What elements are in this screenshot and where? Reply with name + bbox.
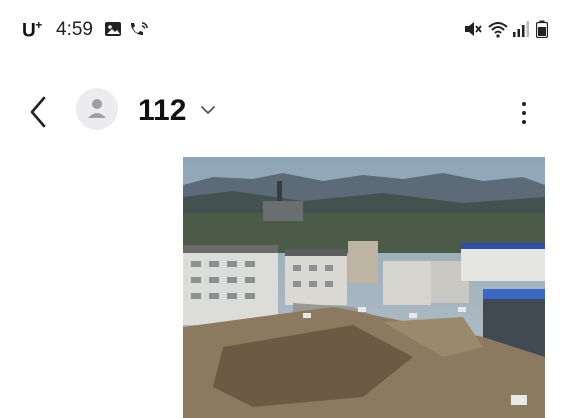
contact-name[interactable]: 112 (138, 94, 186, 128)
chevron-down-icon[interactable] (200, 104, 216, 116)
status-bar: U+ 4:59 (0, 0, 570, 60)
battery-icon (536, 20, 548, 38)
status-time: 4:59 (56, 19, 93, 40)
avatar-icon (88, 99, 106, 118)
conversation-header: 112 (0, 80, 570, 144)
signal-icon (513, 21, 529, 37)
photo-message[interactable] (183, 157, 545, 418)
gallery-notification-icon (105, 22, 121, 36)
wifi-icon (488, 22, 508, 38)
photo-attachment (183, 157, 545, 418)
more-options-icon[interactable] (514, 98, 534, 128)
carrier-label: U+ (22, 18, 42, 42)
mute-icon (465, 22, 482, 36)
wifi-calling-icon (131, 22, 148, 35)
back-arrow-icon[interactable] (26, 94, 50, 130)
avatar[interactable] (76, 88, 118, 130)
